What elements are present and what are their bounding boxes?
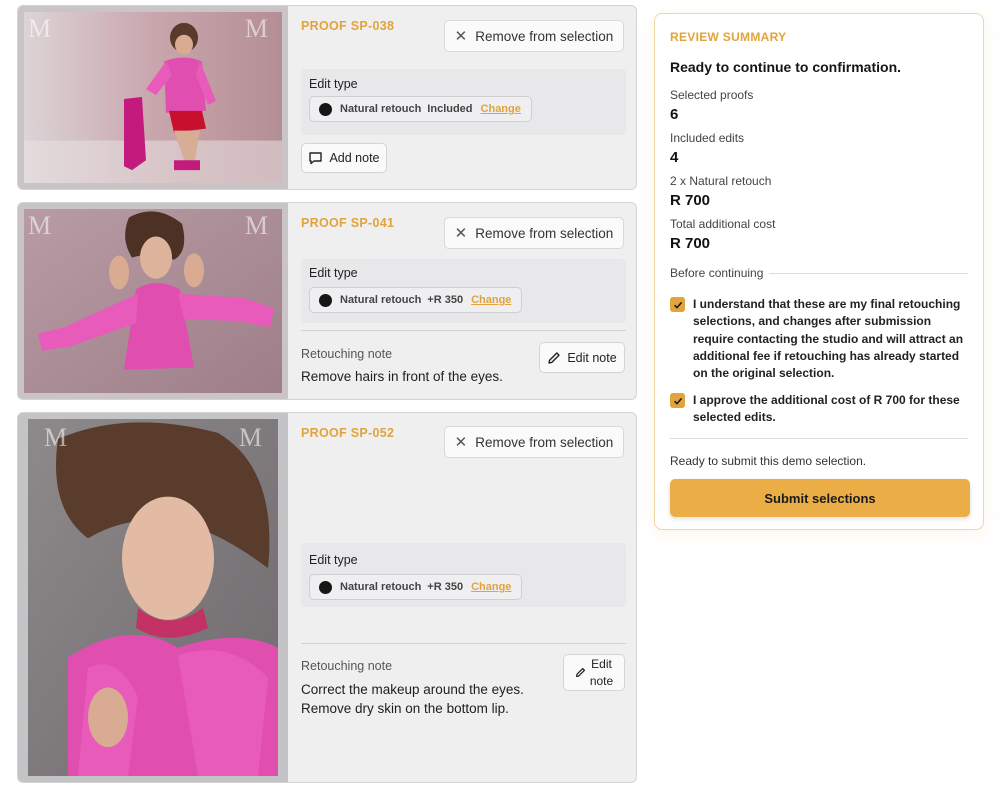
proof-card-sp-052: M M PROOF SP-052 ✕ Remove from selection… — [17, 412, 637, 783]
edit-type-panel: Edit type Natural retouch Included Chang… — [301, 69, 626, 135]
submit-selections-button[interactable]: Submit selections — [670, 479, 970, 517]
edit-note-label: Edit note — [590, 656, 613, 690]
selected-proofs-value: 6 — [670, 106, 679, 123]
add-note-button[interactable]: Add note — [301, 143, 387, 173]
edit-type-name: Natural retouch — [340, 103, 422, 115]
close-icon: ✕ — [454, 433, 468, 451]
retouching-note-label: Retouching note — [301, 347, 393, 361]
watermark-logo: M — [238, 423, 262, 452]
edit-type-chip: Natural retouch +R 350 Change — [309, 287, 523, 313]
divider — [670, 438, 968, 439]
approve-cost-checkbox[interactable] — [670, 393, 685, 408]
retouch-cost-label: 2 x Natural retouch — [670, 174, 772, 188]
edit-type-name: Natural retouch — [340, 294, 422, 306]
watermark-logo: M — [28, 211, 52, 240]
included-edits-label: Included edits — [670, 131, 745, 145]
selected-proofs-label: Selected proofs — [670, 88, 754, 102]
edit-note-button[interactable]: Edit note — [539, 342, 625, 373]
edit-type-label: Edit type — [309, 266, 358, 280]
proof-photo-frame: M M — [18, 203, 288, 399]
approve-cost-checkbox-row[interactable]: I approve the additional cost of R 700 f… — [670, 392, 970, 427]
final-selection-checkbox-row[interactable]: I understand that these are my final ret… — [670, 296, 970, 382]
included-edits-value: 4 — [670, 149, 679, 166]
total-cost-value: R 700 — [670, 235, 711, 252]
review-summary-panel: REVIEW SUMMARY Ready to continue to conf… — [654, 13, 984, 530]
summary-heading: REVIEW SUMMARY — [670, 30, 787, 44]
divider — [301, 330, 626, 331]
proof-id: PROOF SP-052 — [301, 426, 395, 440]
proof-photo[interactable]: M M — [24, 12, 282, 183]
watermark-logo: M — [244, 211, 268, 240]
edit-type-color-dot — [319, 580, 332, 594]
approve-cost-text: I approve the additional cost of R 700 f… — [693, 393, 960, 425]
proof-photo[interactable]: M M — [28, 419, 278, 776]
retouching-note-text: Correct the makeup around the eyes. Remo… — [301, 680, 524, 718]
check-icon — [673, 397, 682, 405]
edit-note-button[interactable]: Edit note — [563, 654, 625, 691]
edit-type-price: +R 350 — [427, 581, 464, 593]
proof-image-sp-052 — [28, 419, 278, 776]
proof-image-sp-041 — [24, 209, 282, 393]
change-edit-link[interactable]: Change — [481, 103, 521, 115]
edit-note-label: Edit note — [567, 350, 617, 365]
remove-button-label: Remove from selection — [475, 225, 614, 241]
edit-type-color-dot — [319, 102, 332, 116]
edit-type-label: Edit type — [309, 77, 358, 91]
proof-id: PROOF SP-041 — [301, 216, 395, 230]
proof-photo[interactable]: M M — [24, 209, 282, 393]
ready-status-text: Ready to submit this demo selection. — [670, 454, 867, 468]
retouching-note-line: Remove dry skin on the bottom lip. — [301, 701, 509, 716]
proof-id: PROOF SP-038 — [301, 19, 395, 33]
remove-button-label: Remove from selection — [475, 28, 614, 44]
watermark-logo: M — [44, 423, 68, 452]
proof-photo-frame: M M — [18, 413, 288, 782]
edit-type-price: +R 350 — [427, 294, 464, 306]
proof-photo-frame: M M — [18, 6, 288, 189]
retouching-note-line: Correct the makeup around the eyes. — [301, 682, 524, 697]
remove-from-selection-button[interactable]: ✕ Remove from selection — [444, 20, 624, 52]
final-selection-text: I understand that these are my final ret… — [693, 297, 964, 381]
check-icon — [673, 301, 682, 309]
change-edit-link[interactable]: Change — [471, 581, 511, 593]
remove-from-selection-button[interactable]: ✕ Remove from selection — [444, 426, 624, 458]
remove-from-selection-button[interactable]: ✕ Remove from selection — [444, 217, 624, 249]
edit-type-chip: Natural retouch Included Change — [309, 96, 532, 122]
total-cost-label: Total additional cost — [670, 217, 776, 231]
edit-type-panel: Edit type Natural retouch +R 350 Change — [301, 543, 626, 607]
retouch-cost-value: R 700 — [670, 192, 711, 209]
edit-note-label-line: note — [589, 673, 614, 688]
pencil-icon — [575, 667, 585, 678]
close-icon: ✕ — [454, 224, 468, 242]
before-continuing-label: Before continuing — [670, 266, 770, 280]
final-selection-checkbox[interactable] — [670, 297, 685, 312]
edit-type-chip: Natural retouch +R 350 Change — [309, 574, 523, 600]
remove-button-label: Remove from selection — [475, 434, 614, 450]
comment-icon — [309, 152, 323, 165]
proof-image-sp-038 — [24, 12, 282, 183]
change-edit-link[interactable]: Change — [471, 294, 511, 306]
edit-type-color-dot — [319, 293, 332, 307]
close-icon: ✕ — [454, 27, 468, 45]
edit-type-name: Natural retouch — [340, 581, 422, 593]
edit-type-panel: Edit type Natural retouch +R 350 Change — [301, 259, 626, 323]
watermark-logo: M — [244, 14, 268, 43]
edit-type-price: Included — [427, 103, 473, 115]
proof-card-sp-038: M M PROOF SP-038 ✕ Remove from selection… — [17, 5, 637, 190]
watermark-logo: M — [28, 14, 52, 43]
retouching-note-label: Retouching note — [301, 659, 393, 673]
pencil-icon — [548, 351, 561, 364]
proof-card-sp-041: M M PROOF SP-041 ✕ Remove from selection… — [17, 202, 637, 400]
add-note-label: Add note — [329, 151, 380, 165]
retouching-note-text: Remove hairs in front of the eyes. — [301, 369, 503, 384]
edit-type-label: Edit type — [309, 553, 358, 567]
summary-title: Ready to continue to confirmation. — [670, 59, 902, 75]
edit-note-label-line: Edit — [591, 656, 612, 671]
divider — [301, 643, 626, 644]
